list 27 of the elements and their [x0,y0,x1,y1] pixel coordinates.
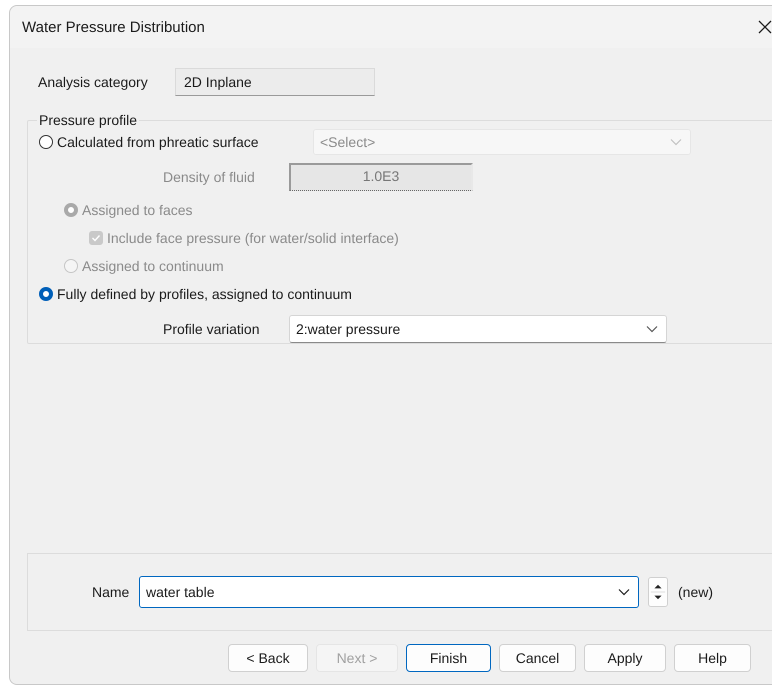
cancel-button[interactable]: Cancel [499,644,576,672]
option-label: Fully defined by profiles, assigned to continuum [57,286,352,302]
field-label: Analysis category [38,74,149,90]
finish-button[interactable]: Finish [406,644,491,672]
radio-button[interactable] [39,287,53,301]
profile-dropdown[interactable]: 2:water pressure [289,315,667,343]
apply-button[interactable]: Apply [584,644,666,672]
window-title: Water Pressure Distribution [22,18,206,36]
checkmark-icon [91,233,101,243]
group-title: Pressure profile [38,112,138,128]
chevron-down-icon[interactable] [646,325,658,333]
status-text: (new) [678,584,714,600]
option-label: Assigned to continuum [82,258,224,274]
checkbox-label: Include face pressure (for water/solid interface) [107,230,399,246]
field-label: Profile variation [162,321,260,337]
chevron-down-icon[interactable] [618,588,630,596]
back-button[interactable]: < Back [228,644,308,672]
name-combo-box[interactable]: water table [139,576,639,608]
option-label: Calculated from phreatic surface [57,134,259,150]
spin-buttons-icon[interactable] [648,577,668,607]
help-button[interactable]: Help [674,644,751,672]
option-label: Assigned to faces [82,202,193,218]
close-icon[interactable] [758,20,772,34]
field-label: Density of fluid [162,169,256,185]
analysis-category-field: 2D Inplane [175,68,375,96]
radio-button[interactable] [39,135,53,149]
field-label: Name [92,584,130,600]
